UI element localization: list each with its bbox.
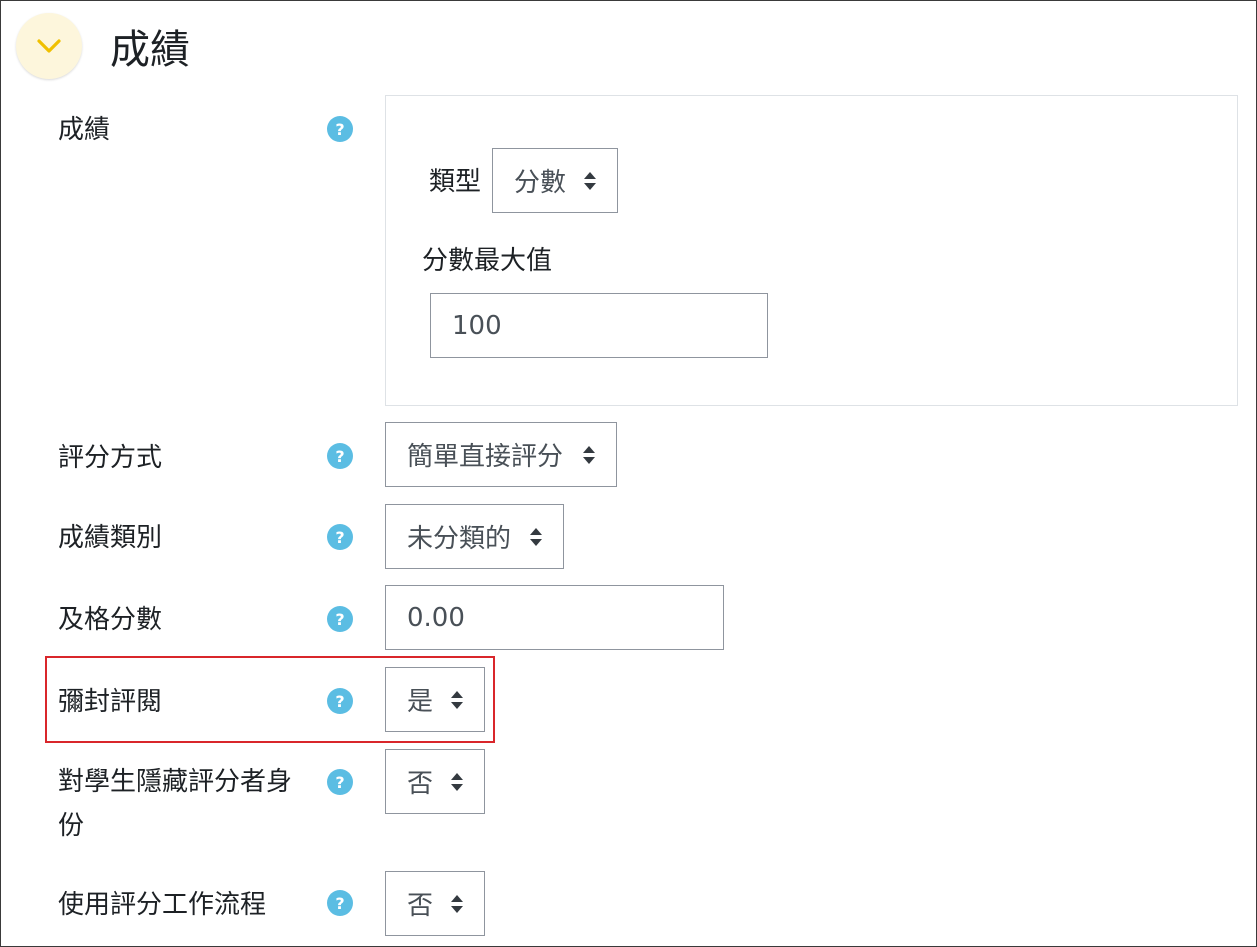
grade-type-value: 分數	[514, 168, 567, 198]
grading-method-value: 簡單直接評分	[407, 442, 564, 472]
collapse-toggle-button[interactable]	[16, 13, 82, 79]
grade-help-icon[interactable]: ?	[327, 116, 353, 142]
marking-workflow-value: 否	[407, 891, 434, 921]
grade-category-select[interactable]: 未分類的	[385, 504, 564, 569]
select-arrows-icon	[583, 445, 595, 464]
select-arrows-icon	[451, 894, 463, 913]
grade-category-help-icon[interactable]: ?	[327, 524, 353, 550]
grade-fieldset: 類型 分數 分數最大值 100	[385, 95, 1238, 406]
grade-label: 成績	[58, 115, 111, 145]
max-grade-value: 100	[452, 310, 502, 341]
grading-method-label: 評分方式	[58, 443, 163, 473]
grade-category-value: 未分類的	[407, 524, 512, 554]
grade-to-pass-value: 0.00	[407, 602, 465, 633]
select-arrows-icon	[451, 690, 463, 709]
blind-marking-label: 彌封評閱	[58, 687, 163, 717]
hide-grader-label: 對學生隱藏評分者身份	[58, 767, 293, 841]
grading-method-select[interactable]: 簡單直接評分	[385, 422, 617, 487]
marking-workflow-help-icon[interactable]: ?	[327, 890, 353, 916]
marking-workflow-select[interactable]: 否	[385, 871, 485, 936]
grade-to-pass-help-icon[interactable]: ?	[327, 606, 353, 632]
marking-workflow-label: 使用評分工作流程	[58, 890, 267, 920]
grade-type-label: 類型	[429, 167, 482, 197]
grade-type-select[interactable]: 分數	[492, 148, 618, 213]
select-arrows-icon	[451, 772, 463, 791]
grading-method-help-icon[interactable]: ?	[327, 443, 353, 469]
max-grade-label: 分數最大值	[422, 246, 553, 276]
grade-category-label: 成績類別	[58, 523, 163, 553]
chevron-down-icon	[37, 39, 61, 53]
blind-marking-select[interactable]: 是	[385, 667, 485, 732]
select-arrows-icon	[530, 527, 542, 546]
select-arrows-icon	[584, 171, 596, 190]
max-grade-input[interactable]: 100	[430, 293, 768, 358]
blind-marking-value: 是	[407, 687, 434, 717]
section-title: 成績	[110, 27, 190, 73]
grade-to-pass-label: 及格分數	[58, 605, 163, 635]
grade-to-pass-input[interactable]: 0.00	[385, 585, 724, 650]
hide-grader-help-icon[interactable]: ?	[327, 769, 353, 795]
hide-grader-value: 否	[407, 769, 434, 799]
hide-grader-select[interactable]: 否	[385, 749, 485, 814]
blind-marking-help-icon[interactable]: ?	[327, 688, 353, 714]
